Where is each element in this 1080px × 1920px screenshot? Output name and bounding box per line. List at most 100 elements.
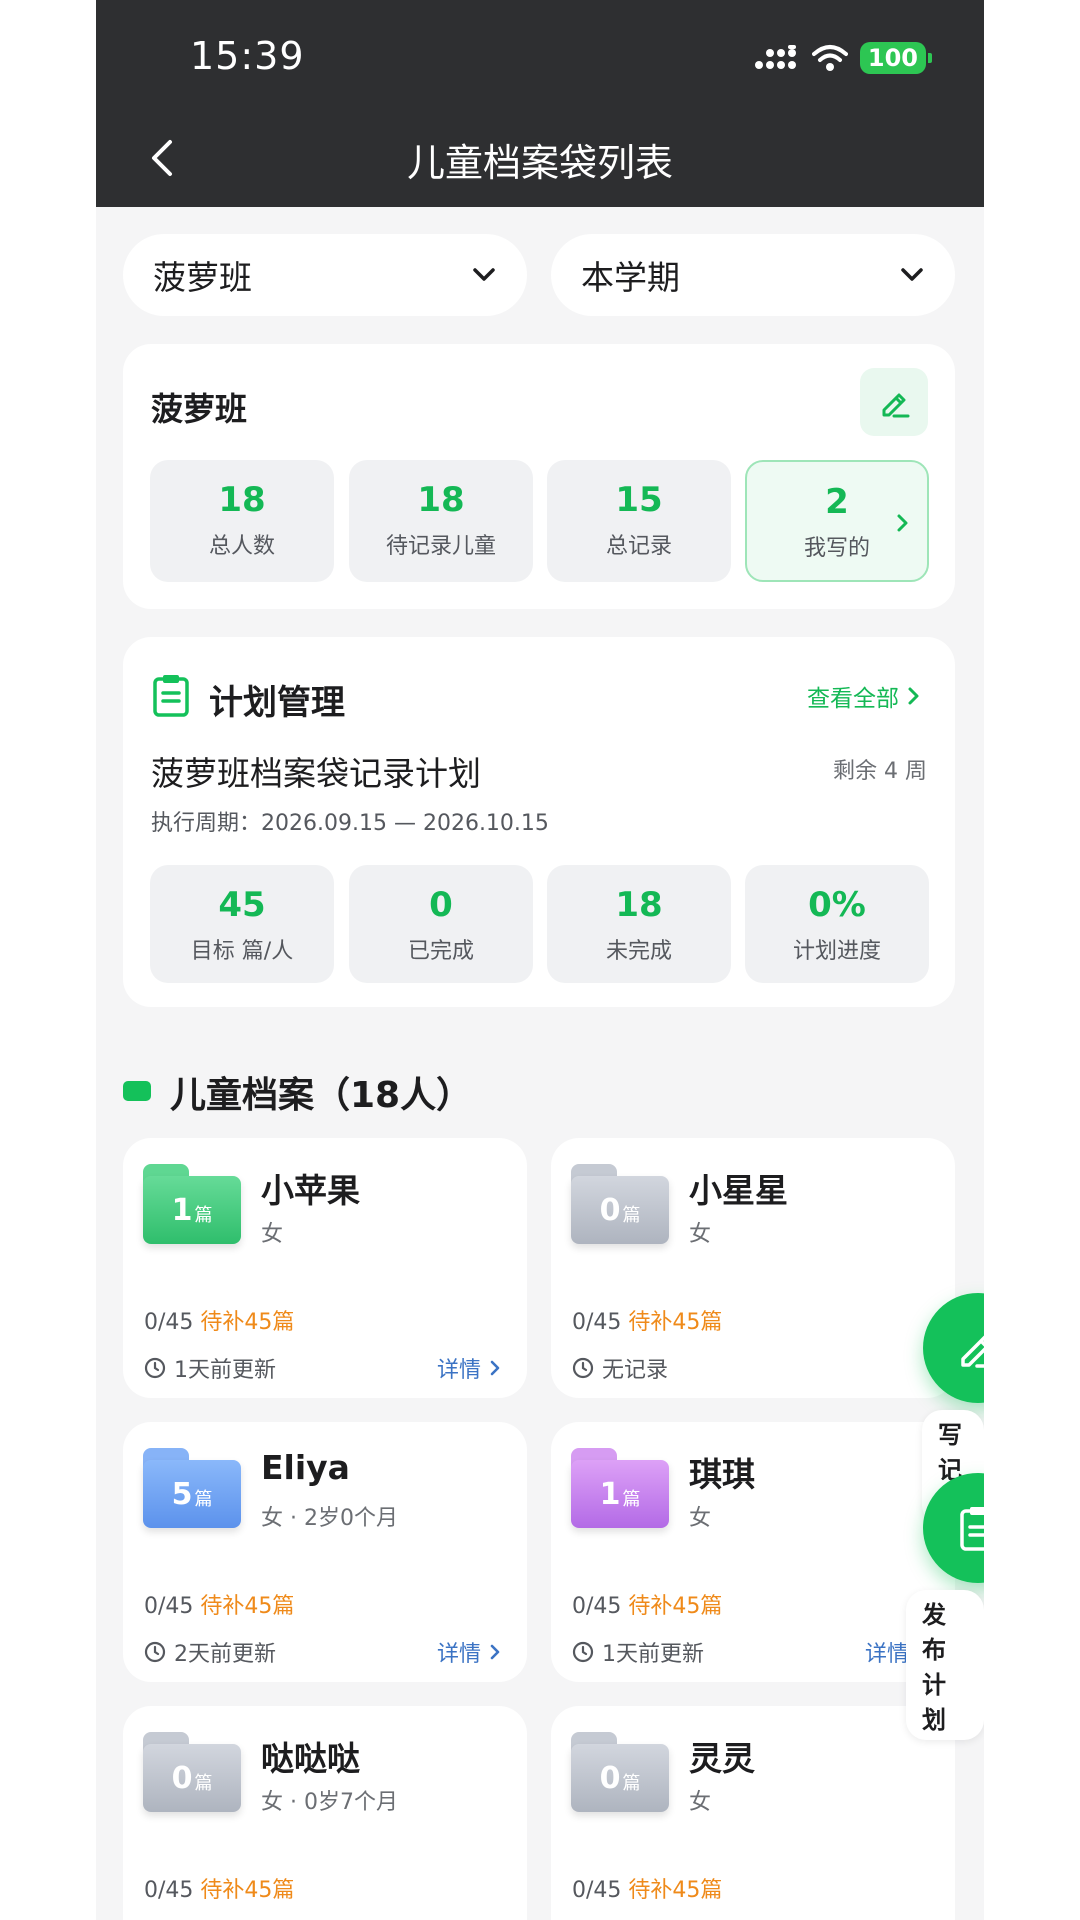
folder-icon: 0篇 (143, 1732, 241, 1812)
pending-count: 待补45篇 (200, 1310, 295, 1335)
stat-total-children: 18 总人数 (150, 460, 334, 582)
child-name: 琪琪 (689, 1455, 755, 1494)
detail-link[interactable]: 详情 (437, 1636, 501, 1668)
record-count: 0 (599, 1760, 621, 1796)
child-card[interactable]: 0篇 灵灵 女 0/45 待补45篇 (551, 1706, 955, 1920)
stat-value: 0 (429, 885, 453, 925)
stat-label: 计划进度 (792, 939, 881, 964)
folder-icon: 5篇 (143, 1448, 241, 1528)
status-time: 15:39 (190, 34, 305, 78)
detail-label: 详情 (436, 1358, 481, 1383)
progress-value: 0/45 (572, 1310, 622, 1335)
stat-value: 15 (615, 480, 663, 520)
child-card[interactable]: 0篇 小星星 女 0/45 待补45篇 无记录 (551, 1138, 955, 1398)
child-card[interactable]: 1篇 琪琪 女 0/45 待补45篇 1天前更新 详情 (551, 1422, 955, 1682)
view-all-link[interactable]: 查看全部 (807, 679, 921, 713)
child-name: Eliya (261, 1448, 350, 1487)
pending-count: 待补45篇 (200, 1594, 295, 1619)
child-info: 女 (689, 1506, 712, 1531)
child-info: 女 · 0岁7个月 (261, 1790, 398, 1815)
nav-header: 15:39 100 儿童档案袋列表 (96, 0, 984, 207)
child-card[interactable]: 0篇 哒哒哒 女 · 0岁7个月 0/45 待补45篇 (123, 1706, 527, 1920)
plan-remaining: 剩余 4 周 (833, 759, 927, 784)
status-icons: 100 (754, 42, 933, 74)
plan-period: 执行周期：2026.09.15 — 2026.10.15 (151, 811, 549, 836)
update-text: 1天前更新 (602, 1642, 704, 1667)
stat-value: 18 (218, 480, 266, 520)
child-progress: 0/45 待补45篇 (572, 1304, 722, 1336)
record-count: 5 (171, 1476, 193, 1512)
pending-count: 待补45篇 (628, 1594, 723, 1619)
update-status: 1天前更新 (572, 1636, 704, 1668)
pending-count: 待补45篇 (200, 1878, 295, 1903)
app-screen: 15:39 100 儿童档案袋列表 菠萝班 本学期 菠萝班 18 总人数 18 … (96, 0, 984, 1920)
plan-stat-incomplete: 18 未完成 (547, 865, 731, 983)
stat-value: 45 (218, 885, 266, 925)
clipboard-icon (153, 675, 189, 717)
plan-management-card: 计划管理 查看全部 菠萝班档案袋记录计划 剩余 4 周 执行周期：2026.09… (123, 637, 955, 1007)
folder-icon: 0篇 (571, 1164, 669, 1244)
child-info: 女 (689, 1790, 712, 1815)
signal-icon (754, 45, 796, 69)
wifi-icon (811, 45, 848, 71)
child-name: 小星星 (689, 1171, 788, 1210)
term-selector[interactable]: 本学期 (551, 234, 955, 316)
clock-icon (144, 1357, 166, 1379)
stat-value: 0% (808, 885, 866, 925)
record-count: 0 (171, 1760, 193, 1796)
class-name: 菠萝班 (151, 390, 248, 428)
plan-name: 菠萝班档案袋记录计划 (151, 754, 481, 793)
stat-label: 待记录儿童 (385, 534, 496, 559)
class-selector-value: 菠萝班 (153, 258, 252, 297)
plan-stat-completed: 0 已完成 (349, 865, 533, 983)
stat-total-records: 15 总记录 (547, 460, 731, 582)
view-all-label: 查看全部 (807, 686, 899, 712)
record-count: 0 (599, 1192, 621, 1228)
child-progress: 0/45 待补45篇 (144, 1588, 294, 1620)
child-card[interactable]: 1篇 小苹果 女 0/45 待补45篇 1天前更新 详情 (123, 1138, 527, 1398)
child-name: 哒哒哒 (261, 1739, 360, 1778)
record-unit: 篇 (622, 1205, 641, 1226)
stat-label: 总记录 (605, 534, 672, 559)
children-section-title: 儿童档案（18人） (170, 1075, 473, 1116)
child-card[interactable]: 5篇 Eliya 女 · 2岁0个月 0/45 待补45篇 2天前更新 详情 (123, 1422, 527, 1682)
class-selector[interactable]: 菠萝班 (123, 234, 527, 316)
detail-label: 详情 (436, 1642, 481, 1667)
battery-indicator: 100 (859, 42, 933, 74)
detail-label: 详情 (864, 1642, 909, 1667)
child-name: 小苹果 (261, 1171, 360, 1210)
stat-value: 18 (417, 480, 465, 520)
record-count: 1 (599, 1476, 621, 1512)
record-unit: 篇 (194, 1205, 213, 1226)
chevron-right-icon (897, 514, 908, 532)
clock-icon (572, 1357, 594, 1379)
clock-icon (572, 1641, 594, 1663)
child-info: 女 · 2岁0个月 (261, 1506, 398, 1531)
publish-plan-label[interactable]: 发布计划 (906, 1590, 984, 1740)
stat-pending-children: 18 待记录儿童 (349, 460, 533, 582)
stat-label: 我写的 (803, 536, 870, 561)
plan-stat-progress: 0% 计划进度 (745, 865, 929, 983)
chevron-right-icon (490, 1644, 500, 1660)
stat-label: 总人数 (208, 534, 275, 559)
folder-icon: 0篇 (571, 1732, 669, 1812)
record-unit: 篇 (194, 1489, 213, 1510)
pencil-icon (961, 1335, 984, 1368)
child-progress: 0/45 待补45篇 (572, 1588, 722, 1620)
record-unit: 篇 (194, 1773, 213, 1794)
update-status: 2天前更新 (144, 1636, 276, 1668)
child-info: 女 (689, 1222, 712, 1247)
stat-label: 已完成 (407, 939, 474, 964)
edit-class-button[interactable] (860, 368, 928, 436)
chevron-down-icon (473, 268, 495, 281)
stat-my-records[interactable]: 2 我写的 (745, 460, 929, 582)
chevron-down-icon (901, 268, 923, 281)
progress-value: 0/45 (144, 1594, 194, 1619)
detail-link[interactable]: 详情 (437, 1352, 501, 1384)
update-status: 1天前更新 (144, 1352, 276, 1384)
child-name: 灵灵 (689, 1739, 755, 1778)
update-text: 2天前更新 (174, 1642, 276, 1667)
child-info: 女 (261, 1222, 284, 1247)
record-unit: 篇 (622, 1489, 641, 1510)
clock-icon (144, 1641, 166, 1663)
